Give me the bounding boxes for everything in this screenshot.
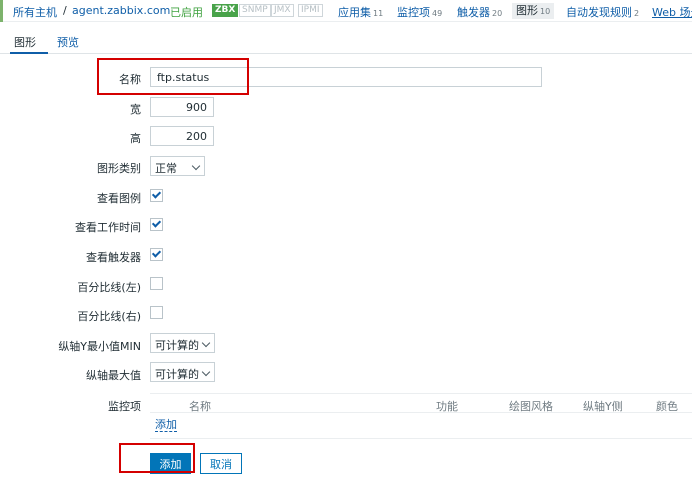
nav-discovery-rules[interactable]: 自动发现规则 2 (566, 4, 639, 20)
chevron-down-icon (201, 338, 211, 348)
percentile-right-label: 百分比线(右) (77, 310, 141, 323)
items-column-draw-style: 绘图风格 (509, 400, 553, 413)
nav-items-label: 监控项 (397, 6, 430, 19)
height-input[interactable] (150, 126, 214, 146)
active-tab-indicator (10, 52, 48, 54)
graph-type-value: 正常 (155, 162, 177, 175)
tab-preview[interactable]: 预览 (57, 34, 79, 50)
items-column-color: 颜色 (656, 400, 678, 413)
ymin-label: 纵轴Y最小值MIN (58, 340, 141, 353)
show-working-time-checkbox[interactable] (150, 218, 163, 231)
ymax-value: 可计算的 (155, 368, 199, 381)
nav-discovery-rules-label: 自动发现规则 (566, 6, 632, 19)
items-column-y-axis-side: 纵轴Y侧 (583, 400, 623, 413)
show-triggers-label: 查看触发器 (86, 251, 141, 264)
nav-applications[interactable]: 应用集 11 (338, 4, 383, 20)
nav-applications-count: 11 (373, 9, 384, 18)
host-status[interactable]: 已启用 (170, 4, 203, 20)
host-nav-bar: 所有主机 / agent.zabbix.com 已启用 ZBX SNMP JMX… (0, 0, 692, 22)
items-label: 监控项 (108, 400, 141, 413)
items-column-function: 功能 (436, 400, 458, 413)
ymax-label: 纵轴最大值 (86, 369, 141, 382)
width-label: 宽 (130, 103, 141, 116)
nav-triggers-label: 触发器 (457, 6, 490, 19)
width-input[interactable] (150, 97, 214, 117)
jmx-badge: JMX (271, 4, 294, 17)
nav-discovery-rules-count: 2 (634, 9, 640, 18)
cancel-button[interactable]: 取消 (200, 453, 242, 474)
nav-graphs-label: 图形 (516, 4, 538, 17)
ymin-value: 可计算的 (155, 339, 199, 352)
checkmark-icon (151, 248, 162, 258)
nav-items[interactable]: 监控项 49 (397, 4, 442, 20)
nav-web-scenarios[interactable]: Web 场景 (652, 4, 692, 20)
tab-graph[interactable]: 图形 (14, 34, 36, 50)
items-table-header: 名称 功能 绘图风格 纵轴Y侧 颜色 (150, 393, 692, 413)
zbx-badge: ZBX (212, 4, 239, 17)
breadcrumb-host[interactable]: agent.zabbix.com (72, 4, 170, 17)
form-tabs: 图形 预览 (0, 22, 692, 54)
show-triggers-checkbox[interactable] (150, 248, 163, 261)
nav-accent (0, 0, 3, 22)
ymax-select[interactable]: 可计算的 (150, 362, 215, 382)
nav-applications-label: 应用集 (338, 6, 371, 19)
percentile-right-checkbox[interactable] (150, 306, 163, 319)
name-highlight-box (97, 58, 249, 95)
checkmark-icon (151, 218, 162, 228)
nav-triggers-count: 20 (492, 9, 503, 18)
show-working-time-label: 查看工作时间 (75, 221, 141, 234)
graph-type-label: 图形类别 (97, 162, 141, 175)
add-button-highlight-box (119, 443, 195, 473)
nav-graphs[interactable]: 图形 10 (512, 3, 555, 19)
height-label: 高 (130, 132, 141, 145)
percentile-left-label: 百分比线(左) (77, 281, 141, 294)
items-column-name: 名称 (189, 400, 211, 413)
chevron-down-icon (201, 367, 211, 377)
breadcrumb-all-hosts[interactable]: 所有主机 (13, 4, 57, 20)
page-root: 所有主机 / agent.zabbix.com 已启用 ZBX SNMP JMX… (0, 0, 692, 482)
items-divider (150, 438, 692, 439)
checkmark-icon (151, 189, 162, 199)
snmp-badge: SNMP (239, 4, 271, 17)
ymin-select[interactable]: 可计算的 (150, 333, 215, 353)
chevron-down-icon (191, 161, 201, 171)
show-legend-checkbox[interactable] (150, 189, 163, 202)
nav-graphs-count: 10 (540, 7, 551, 16)
add-item-link[interactable]: 添加 (155, 418, 177, 432)
nav-items-count: 49 (432, 9, 443, 18)
show-legend-label: 查看图例 (97, 192, 141, 205)
ipmi-badge: IPMI (298, 4, 323, 17)
nav-triggers[interactable]: 触发器 20 (457, 4, 502, 20)
breadcrumb-separator: / (63, 4, 67, 17)
graph-type-select[interactable]: 正常 (150, 156, 205, 176)
percentile-left-checkbox[interactable] (150, 277, 163, 290)
